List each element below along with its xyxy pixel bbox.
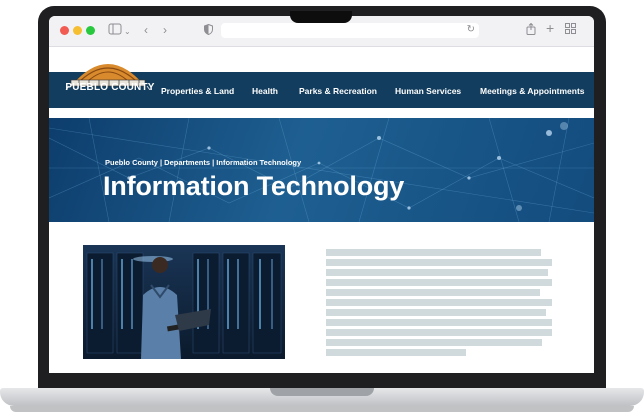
maximize-window-button[interactable]	[86, 26, 95, 35]
placeholder-line	[326, 339, 542, 346]
nav-health[interactable]: Health	[252, 86, 278, 96]
share-icon[interactable]	[526, 22, 536, 38]
placeholder-line	[326, 279, 552, 286]
chevron-right-icon[interactable]: ›	[163, 23, 167, 37]
nav-human-services[interactable]: Human Services	[395, 86, 461, 96]
placeholder-line	[326, 249, 541, 256]
plus-icon[interactable]: +	[546, 21, 554, 35]
address-bar[interactable]: ↻	[221, 23, 479, 38]
sidebar-icon[interactable]	[108, 23, 122, 38]
page-title: Information Technology	[103, 171, 405, 201]
placeholder-line	[326, 299, 552, 306]
minimize-window-button[interactable]	[73, 26, 82, 35]
chevron-down-icon[interactable]: ⌄	[124, 25, 131, 39]
county-logo[interactable]	[63, 50, 153, 108]
placeholder-line	[326, 329, 552, 336]
tabs-grid-icon[interactable]	[565, 23, 576, 37]
chevron-left-icon[interactable]: ‹	[144, 23, 148, 37]
camera-notch	[290, 11, 352, 23]
shield-icon[interactable]	[204, 23, 213, 38]
browser-window: ⌄ ‹ › ↻ + PUEBLO COUNTY Properties & Lan…	[49, 16, 594, 373]
laptop-shadow	[10, 406, 634, 412]
placeholder-text-block	[326, 249, 556, 359]
nav-parks-recreation[interactable]: Parks & Recreation	[299, 86, 377, 96]
nav-properties-land[interactable]: Properties & Land	[161, 86, 234, 96]
reload-icon[interactable]: ↻	[467, 24, 475, 35]
logo-text: PUEBLO COUNTY	[65, 82, 155, 93]
placeholder-line	[326, 349, 466, 356]
hero-banner	[49, 118, 594, 222]
placeholder-line	[326, 309, 546, 316]
breadcrumb: Pueblo County | Departments | Informatio…	[105, 158, 302, 167]
placeholder-line	[326, 289, 540, 296]
close-window-button[interactable]	[60, 26, 69, 35]
server-room-photo	[83, 245, 285, 359]
nav-meetings-appointments[interactable]: Meetings & Appointments	[480, 86, 585, 96]
hero-network-pattern	[49, 118, 594, 222]
placeholder-line	[326, 319, 552, 326]
laptop-base-notch	[270, 388, 374, 396]
placeholder-line	[326, 259, 552, 266]
laptop-bezel	[38, 372, 606, 388]
placeholder-line	[326, 269, 548, 276]
